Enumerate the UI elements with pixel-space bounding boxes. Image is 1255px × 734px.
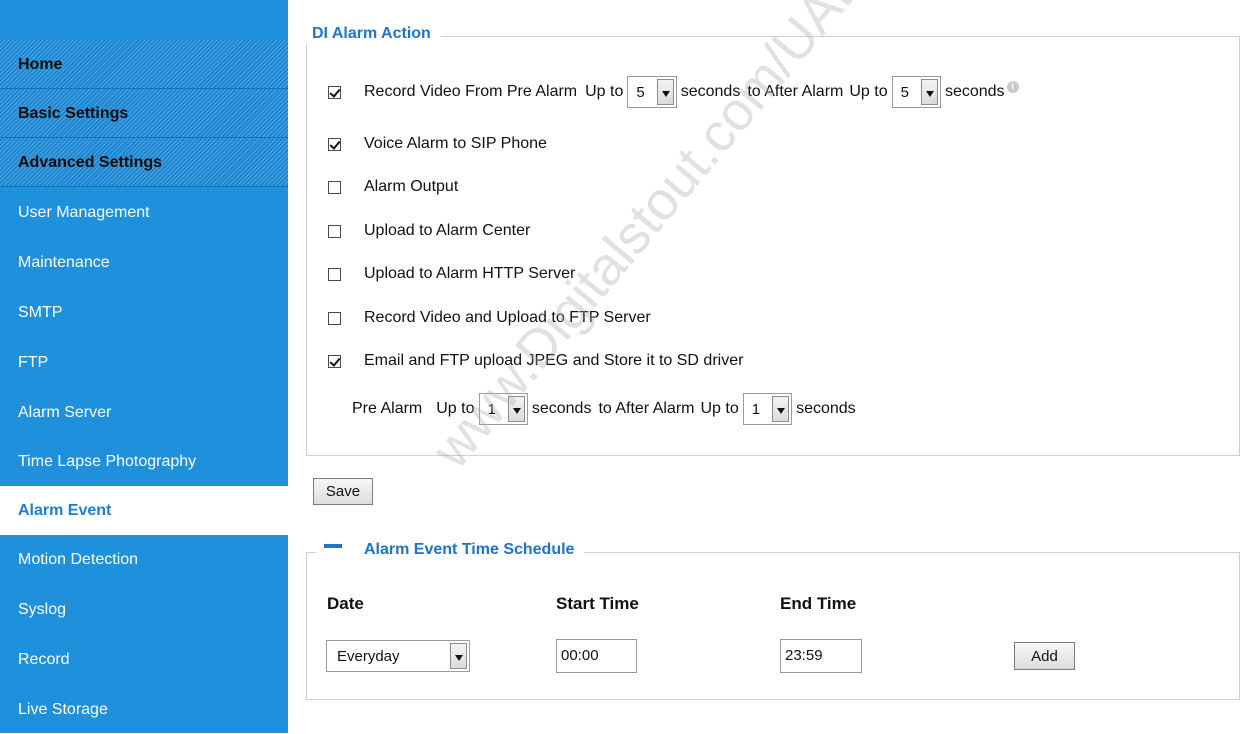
after-alarm-seconds-value: 5: [900, 83, 909, 101]
sidebar-item-basic-settings[interactable]: Basic Settings: [0, 89, 288, 138]
info-icon[interactable]: i: [1006, 81, 1019, 93]
email-ftp-label: Email and FTP upload JPEG and Store it t…: [364, 352, 744, 369]
di-alarm-title: DI Alarm Action: [302, 25, 441, 43]
start-time-column-header: Start Time: [556, 594, 639, 613]
upload-center-checkbox[interactable]: [328, 224, 341, 238]
sidebar-item-live-storage[interactable]: Live Storage: [0, 685, 288, 734]
record-pre-alarm-row: Record Video From Pre Alarm Up to 5 seco…: [328, 74, 1019, 110]
upload-http-row: Upload to Alarm HTTP Server: [328, 264, 575, 284]
sidebar-item-motion-detection[interactable]: Motion Detection: [0, 535, 288, 584]
start-time-input[interactable]: 00:00: [556, 639, 637, 673]
date-select[interactable]: Everyday: [326, 640, 470, 672]
pre-seconds-label: seconds: [680, 83, 741, 100]
pre-up-to-label: Up to: [585, 83, 624, 100]
record-ftp-checkbox[interactable]: [328, 311, 341, 325]
voice-sip-row: Voice Alarm to SIP Phone: [328, 134, 547, 154]
date-select-value: Everyday: [337, 647, 400, 665]
chevron-down-icon: [772, 396, 790, 422]
sidebar: Home Basic Settings Advanced Settings Us…: [0, 0, 288, 733]
sidebar-item-syslog[interactable]: Syslog: [0, 585, 288, 634]
after-alarm-seconds-select[interactable]: 5: [891, 76, 941, 108]
record-pre-alarm-label: Record Video From Pre Alarm: [364, 83, 578, 100]
end-time-input[interactable]: 23:59: [780, 639, 862, 673]
after-alarm-label: to After Alarm: [747, 83, 844, 100]
voice-sip-label: Voice Alarm to SIP Phone: [364, 135, 547, 152]
jpeg-pre-up-to-label: Up to: [436, 400, 475, 417]
chevron-down-icon: [920, 79, 938, 105]
sidebar-item-ftp[interactable]: FTP: [0, 338, 288, 387]
chevron-down-icon: [450, 643, 467, 669]
schedule-title: Alarm Event Time Schedule: [364, 541, 575, 558]
upload-http-label: Upload to Alarm HTTP Server: [364, 265, 576, 282]
jpeg-pre-seconds-label: seconds: [531, 400, 592, 417]
sidebar-item-advanced-settings[interactable]: Advanced Settings: [0, 138, 288, 187]
jpeg-pre-alarm-label: Pre Alarm: [352, 400, 423, 417]
alarm-output-row: Alarm Output: [328, 177, 458, 197]
schedule-title-wrap: Alarm Event Time Schedule: [316, 541, 585, 559]
jpeg-after-seconds-select[interactable]: 1: [742, 393, 793, 425]
sidebar-item-alarm-server[interactable]: Alarm Server: [0, 388, 288, 437]
save-button[interactable]: Save: [313, 478, 373, 505]
after-seconds-label: seconds: [944, 83, 1005, 100]
jpeg-pre-seconds-value: 1: [487, 400, 496, 418]
sidebar-item-alarm-event[interactable]: Alarm Event: [0, 486, 288, 535]
alarm-output-checkbox[interactable]: [328, 180, 341, 194]
sidebar-item-smtp[interactable]: SMTP: [0, 288, 288, 337]
jpeg-after-seconds-value: 1: [751, 400, 761, 418]
end-time-column-header: End Time: [780, 594, 857, 613]
sidebar-item-time-lapse-photography[interactable]: Time Lapse Photography: [0, 437, 288, 486]
after-up-to-label: Up to: [849, 83, 888, 100]
sidebar-item-maintenance[interactable]: Maintenance: [0, 238, 288, 287]
alarm-output-label: Alarm Output: [364, 178, 459, 195]
email-ftp-checkbox[interactable]: [328, 354, 341, 368]
record-ftp-label: Record Video and Upload to FTP Server: [364, 309, 651, 326]
record-pre-alarm-checkbox[interactable]: [328, 85, 341, 99]
jpeg-after-seconds-label: seconds: [796, 400, 856, 417]
pre-alarm-seconds-value: 5: [636, 83, 645, 101]
chevron-down-icon: [656, 79, 674, 105]
pre-alarm-seconds-select[interactable]: 5: [627, 76, 677, 108]
voice-sip-checkbox[interactable]: [328, 137, 341, 151]
upload-http-checkbox[interactable]: [328, 267, 341, 281]
jpeg-after-alarm-label: to After Alarm: [598, 400, 695, 417]
chevron-down-icon: [507, 396, 525, 422]
sidebar-item-home[interactable]: Home: [0, 40, 288, 89]
schedule-fieldset: [306, 552, 1240, 700]
sidebar-item-record[interactable]: Record: [0, 635, 288, 684]
date-column-header: Date: [327, 594, 364, 613]
email-ftp-row: Email and FTP upload JPEG and Store it t…: [328, 351, 743, 371]
jpeg-pre-seconds-select[interactable]: 1: [478, 393, 528, 425]
add-button[interactable]: Add: [1014, 642, 1075, 670]
jpeg-pre-alarm-row: Pre Alarm Up to 1 seconds to After Alarm…: [352, 391, 856, 427]
sidebar-item-user-management[interactable]: User Management: [0, 188, 288, 237]
minus-icon[interactable]: [324, 544, 342, 548]
jpeg-after-up-to-label: Up to: [700, 400, 739, 417]
record-ftp-row: Record Video and Upload to FTP Server: [328, 308, 651, 328]
upload-center-row: Upload to Alarm Center: [328, 221, 530, 241]
upload-center-label: Upload to Alarm Center: [364, 222, 531, 239]
